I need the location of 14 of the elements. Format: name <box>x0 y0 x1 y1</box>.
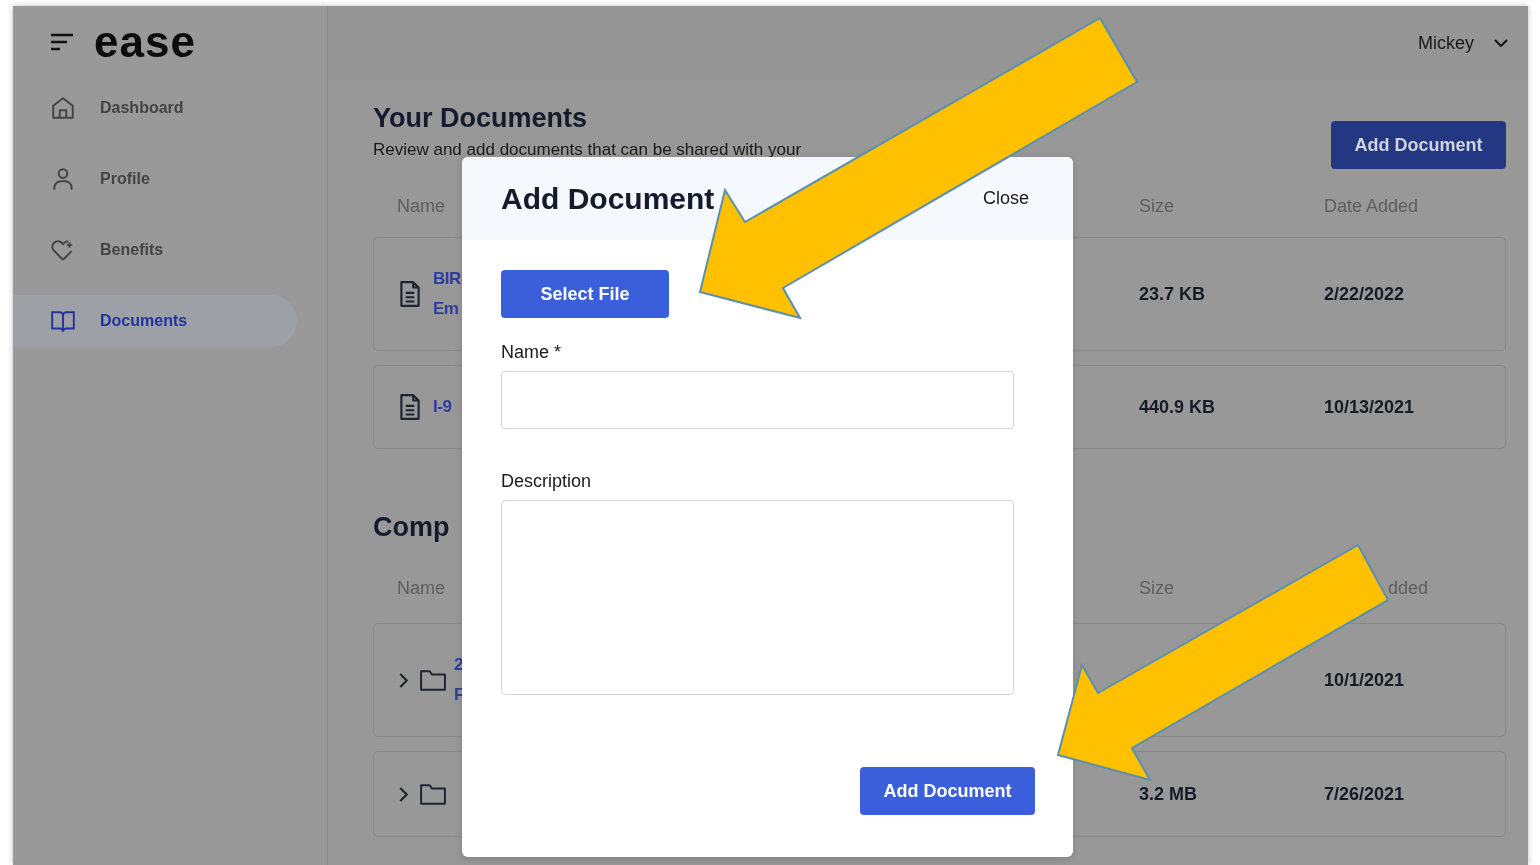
field-label: Description <box>501 471 593 492</box>
date-added: 7/26/2021 <box>1324 783 1405 805</box>
date-added: 10/1/2021 <box>1324 669 1405 691</box>
field-label: Name * <box>501 342 563 363</box>
section-title: Comp <box>373 511 450 543</box>
file-size: 3.2 MB <box>1139 783 1198 804</box>
logo: ease <box>94 26 196 58</box>
date-added: 2/22/2022 <box>1324 283 1405 305</box>
section-title: Your Documents <box>373 102 589 134</box>
date-added: 10/13/2021 <box>1324 396 1415 418</box>
section-description: Review and add documents that can be shared with your <box>373 140 802 160</box>
file-size: 440.9 KB <box>1139 396 1216 417</box>
file-size: 23.7 KB <box>1139 283 1206 304</box>
dialog-title: Add Document <box>501 181 715 216</box>
